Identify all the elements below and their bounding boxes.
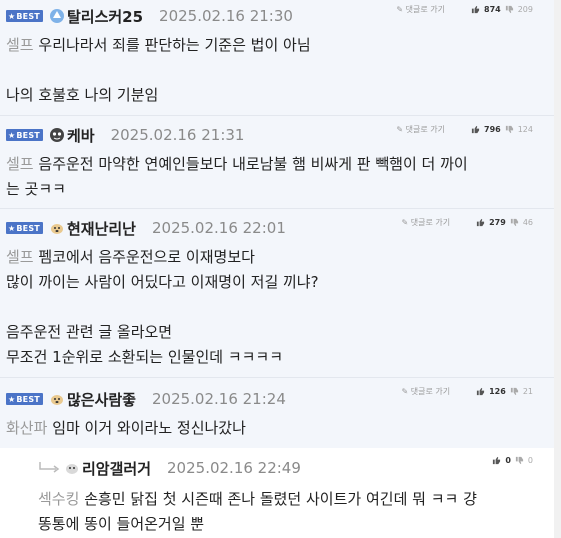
thumbs-down-icon[interactable]: [505, 125, 514, 134]
upvote-count: 874: [484, 5, 501, 14]
star-icon: ★: [8, 11, 16, 21]
reply-link[interactable]: ✎ 댓글로 가기: [396, 4, 445, 15]
downvote-count: 21: [522, 387, 533, 396]
comment-author[interactable]: 많은사람좋: [67, 389, 136, 410]
comment-date: 2025.02.16 21:31: [110, 126, 245, 144]
reply-comment-item: 리암갤러거 2025.02.16 22:49 0 0 섹수킹 손흥민 닭집 첫 …: [0, 448, 561, 538]
comment-author[interactable]: 현재난리난: [67, 218, 136, 239]
downvote-count: 209: [517, 5, 533, 14]
upvote-count: 126: [489, 387, 506, 396]
comment-prefix: 화산파: [6, 419, 48, 437]
comment-body: 화산파 임마 이거 와이라노 정신나갔나: [6, 416, 246, 441]
comment-body: 셀프 펨코에서 음주운전으로 이재명보다 많이 까이는 사람이 어딨다고 이재명…: [6, 245, 319, 370]
thumbs-down-icon[interactable]: [510, 218, 519, 227]
comment-actions: ✎ 댓글로 가기 126 21: [402, 386, 533, 397]
comment-item: ★ BEST 많은사람좋 2025.02.16 21:24 ✎ 댓글로 가기 12…: [0, 378, 561, 448]
user-level-icon: [50, 395, 63, 405]
downvote-count: 46: [522, 218, 533, 227]
user-level-icon: [49, 9, 64, 23]
user-level-icon: [50, 224, 63, 234]
comment-actions: ✎ 댓글로 가기 874 209: [396, 4, 533, 15]
best-badge: ★ BEST: [6, 222, 43, 234]
comment-text: 우리나라서 죄를 판단하는 기준은 법이 아님: [38, 36, 311, 54]
thumbs-down-icon[interactable]: [515, 456, 524, 465]
comment-date: 2025.02.16 22:01: [151, 219, 286, 237]
thumbs-up-icon[interactable]: [476, 218, 485, 227]
best-badge: ★ BEST: [6, 393, 43, 405]
comment-text: 많이 까이는 사람이 어딨다고 이재명이 저길 끼냐?: [6, 273, 319, 291]
star-icon: ★: [8, 130, 16, 140]
thumbs-up-icon[interactable]: [476, 387, 485, 396]
user-level-icon: [66, 464, 78, 474]
comment-item: ★ BEST 탈리스커25 2025.02.16 21:30 ✎ 댓글로 가기 8…: [0, 0, 561, 115]
downvote-count: 0: [527, 456, 533, 465]
upvote-count: 279: [489, 218, 506, 227]
best-badge-label: BEST: [16, 130, 40, 140]
reply-link[interactable]: ✎ 댓글로 가기: [396, 124, 445, 135]
downvote-count: 124: [517, 125, 533, 134]
reply-arrow-icon: [39, 462, 60, 473]
comment-actions: 0 0: [492, 456, 533, 465]
scrollbar[interactable]: [554, 0, 561, 538]
comment-actions: ✎ 댓글로 가기 279 46: [402, 217, 533, 228]
comment-prefix: 셀프: [6, 248, 34, 266]
comment-text: 음주운전 관련 글 올라오면: [6, 323, 173, 341]
comment-header: 리암갤러거 2025.02.16 22:49: [38, 455, 301, 481]
best-badge: ★ BEST: [6, 129, 43, 141]
comment-item: ★ BEST 케바 2025.02.16 21:31 ✎ 댓글로 가기 796 1…: [0, 116, 561, 208]
thumbs-up-icon[interactable]: [471, 125, 480, 134]
comment-text: 음주운전 마약한 연예인들보다 내로남불 햄 비싸게 판 빽햄이 더 까이: [38, 155, 468, 173]
comment-author[interactable]: 케바: [67, 125, 95, 146]
thumbs-up-icon[interactable]: [492, 456, 501, 465]
comment-text: 나의 호불호 나의 기분임: [6, 86, 159, 104]
star-icon: ★: [8, 394, 16, 404]
comment-text: 는 곳ㅋㅋ: [6, 180, 66, 198]
comment-actions: ✎ 댓글로 가기 796 124: [396, 124, 533, 135]
upvote-count: 0: [505, 456, 511, 465]
comment-prefix: 셀프: [6, 36, 34, 54]
comment-header: ★ BEST 탈리스커25 2025.02.16 21:30: [6, 3, 293, 29]
reply-link[interactable]: ✎ 댓글로 가기: [402, 217, 451, 228]
comment-header: ★ BEST 현재난리난 2025.02.16 22:01: [6, 215, 286, 241]
comment-header: ★ BEST 케바 2025.02.16 21:31: [6, 122, 244, 148]
star-icon: ★: [8, 223, 16, 233]
comment-prefix: 섹수킹: [38, 490, 80, 508]
comment-header: ★ BEST 많은사람좋 2025.02.16 21:24: [6, 386, 286, 412]
thumbs-down-icon[interactable]: [510, 387, 519, 396]
comment-text: 똥통에 똥이 들어온거일 뿐: [38, 515, 205, 533]
comment-body: 셀프 음주운전 마약한 연예인들보다 내로남불 햄 비싸게 판 빽햄이 더 까이…: [6, 152, 468, 202]
best-badge-label: BEST: [16, 11, 40, 21]
best-badge-label: BEST: [16, 223, 40, 233]
thumbs-down-icon[interactable]: [505, 5, 514, 14]
comment-date: 2025.02.16 22:49: [167, 459, 301, 477]
comment-body: 셀프 우리나라서 죄를 판단하는 기준은 법이 아님 나의 호불호 나의 기분임: [6, 33, 311, 108]
upvote-count: 796: [484, 125, 501, 134]
comment-date: 2025.02.16 21:30: [159, 7, 293, 25]
comment-author[interactable]: 탈리스커25: [67, 6, 143, 27]
user-level-icon: [49, 128, 64, 142]
best-badge-label: BEST: [16, 394, 40, 404]
comment-body: 섹수킹 손흥민 닭집 첫 시즌때 존나 돌렸던 사이트가 여긴데 뭐 ㅋㅋ 걍 …: [38, 487, 477, 537]
best-badge: ★ BEST: [6, 10, 43, 22]
comment-text: 무조건 1순위로 소환되는 인물인데 ㅋㅋㅋㅋ: [6, 348, 284, 366]
comment-item: ★ BEST 현재난리난 2025.02.16 22:01 ✎ 댓글로 가기 27…: [0, 209, 561, 377]
comment-author[interactable]: 리암갤러거: [82, 458, 151, 479]
comment-date: 2025.02.16 21:24: [151, 390, 286, 408]
comment-prefix: 셀프: [6, 155, 34, 173]
comment-text: 펨코에서 음주운전으로 이재명보다: [38, 248, 255, 266]
comment-text: 임마 이거 와이라노 정신나갔나: [52, 419, 246, 437]
thumbs-up-icon[interactable]: [471, 5, 480, 14]
reply-link[interactable]: ✎ 댓글로 가기: [402, 386, 451, 397]
comment-text: 손흥민 닭집 첫 시즌때 존나 돌렸던 사이트가 여긴데 뭐 ㅋㅋ 걍: [84, 490, 477, 508]
